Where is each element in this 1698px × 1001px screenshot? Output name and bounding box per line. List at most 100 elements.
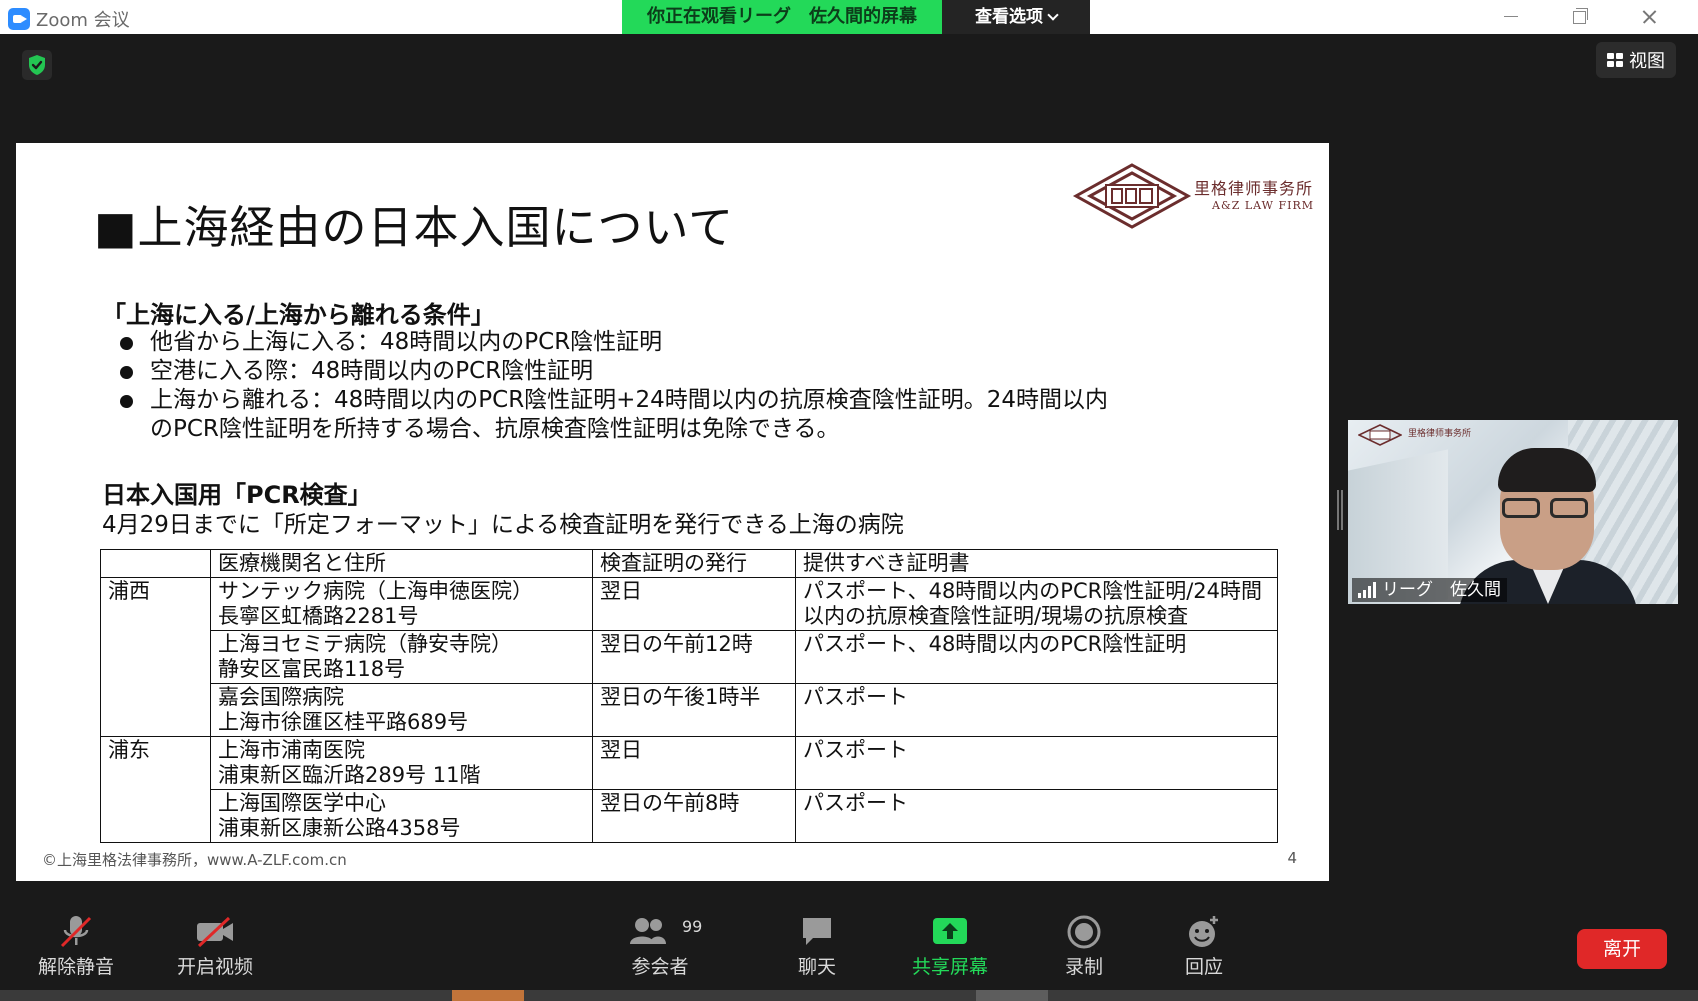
view-options-button[interactable]: 查看选项 <box>942 0 1090 34</box>
panel-resize-handle[interactable] <box>1337 490 1343 530</box>
docs-cell: パスポート、48時間以内のPCR陰性証明/24時間以内の抗原検査陰性証明/現場の… <box>795 577 1278 631</box>
app-title-area: Zoom 会议 <box>8 6 130 32</box>
viewing-share-banner: 你正在观看リーグ 佐久間的屏幕 <box>622 0 942 34</box>
hospital-name: 上海市浦南医院 <box>218 738 365 762</box>
os-taskbar <box>0 990 1698 1001</box>
docs-cell: パスポート <box>795 683 1278 737</box>
close-button[interactable] <box>1626 0 1672 34</box>
grid-view-icon <box>1607 53 1623 67</box>
share-screen-button[interactable]: 共享屏幕 <box>890 908 1010 986</box>
participant-glasses <box>1502 498 1592 520</box>
participants-button[interactable]: 99 参会者 <box>600 908 720 986</box>
chevron-down-icon <box>1047 9 1059 21</box>
issue-cell: 翌日の午前12時 <box>592 630 796 684</box>
participant-video-tile[interactable]: 里格律师事务所 リーグ 佐久間 <box>1348 420 1678 604</box>
slide-heading: ■上海経由の日本入国について <box>94 201 735 254</box>
view-options-label: 查看选项 <box>975 7 1043 27</box>
law-firm-emblem-icon <box>1072 163 1192 229</box>
record-icon <box>1024 908 1144 952</box>
restore-button[interactable] <box>1556 0 1602 34</box>
issue-cell: 翌日 <box>592 736 796 790</box>
table-header-cell: 医療機関名と住所 <box>210 549 593 578</box>
zoom-meeting-window: Zoom 会议 你正在观看リーグ 佐久間的屏幕 查看选项 视图 ■上海経由の日本… <box>0 0 1698 1001</box>
unmute-button[interactable]: 解除静音 <box>16 908 136 986</box>
table-header-cell <box>100 549 211 578</box>
hospital-address: 長寧区虹橋路2281号 <box>218 604 419 628</box>
participant-name-tag: リーグ 佐久間 <box>1352 578 1507 602</box>
taskbar-item[interactable] <box>976 990 1048 1001</box>
issue-cell: 翌日の午前8時 <box>592 789 796 843</box>
slide-footer: ©上海里格法律事務所，www.A-ZLF.com.cn <box>42 851 347 869</box>
issue-cell: 翌日の午後1時半 <box>592 683 796 737</box>
app-title: Zoom 会议 <box>36 10 130 31</box>
table-header-row: 医療機関名と住所 検査証明の発行 提供すべき証明書 <box>100 549 1278 578</box>
chat-button[interactable]: 聊天 <box>757 908 877 986</box>
leave-meeting-button[interactable]: 离开 <box>1577 929 1667 969</box>
docs-cell: パスポート <box>795 789 1278 843</box>
hospital-name: 嘉会国際病院 <box>218 685 344 709</box>
reactions-button[interactable]: 回应 <box>1144 908 1264 986</box>
view-button[interactable]: 视图 <box>1596 42 1676 78</box>
district-cell: 浦西 <box>100 577 211 737</box>
hospital-name: 上海ヨセミテ病院（静安寺院） <box>218 632 512 656</box>
hospital-cell: サンテック病院（上海申徳医院） 長寧区虹橋路2281号 <box>210 577 593 631</box>
reactions-label: 回应 <box>1184 956 1223 978</box>
condition-item: 他省から上海に入る：48時間以内のPCR陰性証明 <box>114 328 1234 357</box>
chat-label: 聊天 <box>797 956 836 978</box>
table-row: 嘉会国際病院 上海市徐匯区桂平路689号 翌日の午後1時半 パスポート <box>101 683 1278 737</box>
conditions-list: 他省から上海に入る：48時間以内のPCR陰性証明 空港に入る際：48時間以内のP… <box>114 328 1234 444</box>
hospital-cell: 上海市浦南医院 浦東新区臨沂路289号 11階 <box>210 736 593 790</box>
record-label: 录制 <box>1064 956 1103 978</box>
hospital-name: サンテック病院（上海申徳医院） <box>218 579 533 603</box>
signal-strength-icon <box>1358 582 1376 598</box>
hospital-cell: 上海ヨセミテ病院（静安寺院） 静安区富民路118号 <box>210 630 593 684</box>
docs-cell: パスポート <box>795 736 1278 790</box>
law-firm-name-cn: 里格律师事务所 <box>1194 179 1314 198</box>
microphone-muted-icon <box>16 908 136 952</box>
table-header-cell: 提供すべき証明書 <box>795 549 1278 578</box>
pcr-section-subtitle: 4月29日までに「所定フォーマット」による検査証明を発行できる上海の病院 <box>102 512 904 538</box>
meeting-toolbar: 解除静音 开启视频 99 参会者 聊天 共享屏幕 录制 回应 <box>0 900 1698 990</box>
hospital-name: 上海国際医学中心 <box>218 791 386 815</box>
share-screen-icon <box>890 908 1010 952</box>
participant-name: リーグ 佐久間 <box>1382 580 1501 600</box>
law-firm-logo: 里格律师事务所 A&Z LAW FIRM <box>1072 161 1322 231</box>
start-video-label: 开启视频 <box>176 956 253 978</box>
condition-item: 上海から離れる：48時間以内のPCR陰性証明+24時間以内の抗原検査陰性証明。2… <box>114 386 1114 444</box>
participants-icon: 99 <box>600 908 720 952</box>
slide-page-number: 4 <box>1287 849 1297 867</box>
zoom-logo-icon <box>8 8 30 30</box>
participants-label: 参会者 <box>631 956 689 978</box>
view-label: 视图 <box>1629 51 1665 72</box>
encryption-shield-icon[interactable] <box>22 50 52 80</box>
table-row: 上海ヨセミテ病院（静安寺院） 静安区富民路118号 翌日の午前12時 パスポート、… <box>101 630 1278 684</box>
taskbar-item[interactable] <box>452 990 524 1001</box>
hospital-table: 医療機関名と住所 検査証明の発行 提供すべき証明書 浦西 サンテック病院（上海申… <box>100 549 1278 843</box>
start-video-button[interactable]: 开启视频 <box>155 908 275 986</box>
table-row: 上海国際医学中心 浦東新区康新公路4358号 翌日の午前8時 パスポート <box>101 789 1278 843</box>
table-row: 浦西 サンテック病院（上海申徳医院） 長寧区虹橋路2281号 翌日 パスポート、4… <box>100 577 1278 737</box>
title-bar: Zoom 会议 你正在观看リーグ 佐久間的屏幕 查看选项 <box>0 0 1698 34</box>
record-button[interactable]: 录制 <box>1024 908 1144 986</box>
hospital-address: 上海市徐匯区桂平路689号 <box>218 710 469 734</box>
share-screen-label: 共享屏幕 <box>911 956 988 978</box>
hospital-address: 浦東新区康新公路4358号 <box>218 816 461 840</box>
table-row: 浦东 上海市浦南医院 浦東新区臨沂路289号 11階 翌日 パスポート <box>100 736 1278 843</box>
participants-count: 99 <box>682 917 703 936</box>
participant-hair <box>1498 448 1596 492</box>
chat-bubble-icon <box>757 908 877 952</box>
hospital-cell: 嘉会国際病院 上海市徐匯区桂平路689号 <box>210 683 593 737</box>
table-header-cell: 検査証明の発行 <box>592 549 796 578</box>
law-firm-emblem-icon <box>1357 424 1403 446</box>
issue-cell: 翌日 <box>592 577 796 631</box>
district-cell: 浦东 <box>100 736 211 843</box>
conditions-title: 「上海に入る/上海から離れる条件」 <box>102 301 495 329</box>
video-logo-text: 里格律师事务所 <box>1408 429 1472 439</box>
hospital-address: 静安区富民路118号 <box>218 657 406 681</box>
hospital-cell: 上海国際医学中心 浦東新区康新公路4358号 <box>210 789 593 843</box>
law-firm-name-en: A&Z LAW FIRM <box>1212 199 1315 212</box>
video-off-icon <box>155 908 275 952</box>
minimize-button[interactable] <box>1488 0 1534 34</box>
docs-cell: パスポート、48時間以内のPCR陰性証明 <box>795 630 1278 684</box>
shared-screen-slide: ■上海経由の日本入国について 里格律师事务所 A&Z LAW FIRM 「上海に… <box>16 143 1329 881</box>
